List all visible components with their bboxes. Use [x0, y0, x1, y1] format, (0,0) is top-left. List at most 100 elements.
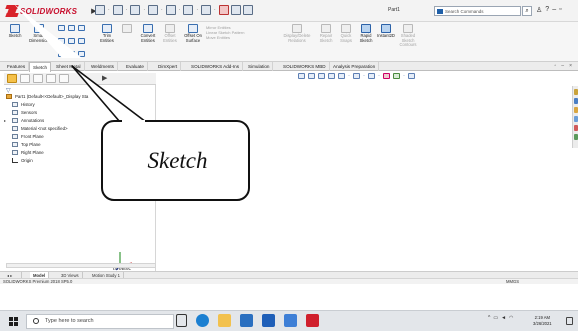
trim-icon — [102, 24, 112, 33]
user-icon[interactable]: ♙ — [536, 6, 542, 14]
help-icon[interactable]: ? — [545, 6, 549, 14]
home-icon[interactable] — [95, 5, 105, 15]
notifications-icon[interactable] — [566, 317, 573, 325]
taskbar-search-input[interactable]: Type here to search — [26, 314, 174, 329]
file-properties-icon[interactable] — [230, 5, 241, 15]
new-document-icon[interactable] — [112, 5, 123, 15]
title-bar: SOLIDWORKS ▶ · · · · · · · Part1 Search … — [0, 0, 578, 22]
instant2d-button[interactable]: Instant2D — [376, 24, 396, 39]
search-flag-icon — [437, 9, 443, 14]
plane-icon — [12, 142, 18, 147]
tab-dimxpert[interactable]: DimXpert — [155, 62, 182, 71]
view-settings-icon[interactable] — [408, 73, 415, 79]
rapid-sketch-icon — [361, 24, 371, 33]
options-gear-icon[interactable] — [242, 5, 253, 15]
custom-properties-icon[interactable] — [574, 134, 578, 140]
save-icon[interactable] — [148, 5, 159, 15]
zoom-area-icon[interactable] — [308, 73, 315, 79]
hide-show-items-icon[interactable] — [368, 73, 375, 79]
blank-entities-button[interactable] — [118, 24, 136, 34]
callout-pointer — [14, 4, 82, 58]
file-explorer-icon[interactable] — [218, 314, 231, 327]
select-icon[interactable] — [201, 5, 212, 15]
print-icon[interactable] — [165, 5, 176, 15]
solidworks-resources-icon[interactable] — [574, 89, 578, 95]
repair-sketch-button[interactable]: Repair Sketch — [316, 24, 336, 43]
expand-arrow-icon[interactable]: ▸ — [4, 117, 6, 125]
convert-entities-button[interactable]: Convert Entities — [137, 24, 159, 43]
shaded-sketch-contours-button[interactable]: Shaded Sketch Contours — [397, 24, 419, 48]
restore-icon[interactable]: ▫ — [559, 6, 561, 14]
design-library-icon[interactable] — [574, 98, 578, 104]
display-style-icon[interactable] — [353, 73, 360, 79]
appearances-icon[interactable] — [574, 125, 578, 131]
line-icon[interactable] — [58, 25, 65, 31]
repair-sketch-icon — [321, 24, 331, 33]
horizontal-scrollbar[interactable] — [6, 263, 156, 268]
wifi-icon[interactable]: ◠ — [509, 315, 513, 321]
mail-icon[interactable] — [262, 314, 275, 327]
zoom-to-fit-icon[interactable] — [298, 73, 305, 79]
convert-entities-icon — [143, 24, 153, 33]
search-commands-input[interactable]: Search Commands — [434, 6, 521, 16]
system-tray: ^ ▭ ◄ ◠ — [488, 315, 513, 321]
taskbar-clock[interactable]: 2:19 AM 3/26/2021 — [533, 315, 552, 326]
sketch-button[interactable]: Sketch — [6, 24, 24, 39]
search-icon[interactable]: ⌕ — [522, 6, 532, 16]
edge-browser-icon[interactable] — [196, 314, 209, 327]
minimize-icon[interactable]: – — [552, 6, 556, 14]
minimize-pane-icon[interactable]: – — [561, 63, 564, 69]
tab-solidworks-add-ins[interactable]: SOLIDWORKS Add-Ins — [188, 62, 243, 71]
clock-date: 3/26/2021 — [533, 320, 552, 326]
move-entities-item[interactable]: Move Entities — [206, 35, 276, 40]
view-palette-icon[interactable] — [574, 116, 578, 122]
tab-solidworks-mbd[interactable]: SOLIDWORKS MBD — [280, 62, 330, 71]
undo-icon[interactable] — [183, 5, 194, 15]
rapid-sketch-button[interactable]: Rapid Sketch — [357, 24, 375, 43]
solidworks-taskbar-icon[interactable] — [306, 314, 319, 327]
spline-icon[interactable] — [78, 25, 85, 31]
polygon-icon[interactable] — [78, 38, 85, 44]
dimxpert-manager-tab-icon[interactable] — [46, 74, 56, 83]
taskbar-apps — [176, 314, 319, 327]
task-view-icon[interactable] — [176, 314, 187, 327]
apply-scene-icon[interactable] — [393, 73, 400, 79]
open-icon[interactable] — [130, 5, 141, 15]
tab-evaluate[interactable]: Evaluate — [123, 62, 148, 71]
edit-appearance-icon[interactable] — [383, 73, 390, 79]
restore-pane-icon[interactable]: ▫ — [555, 63, 557, 69]
tab-features[interactable]: Features — [4, 62, 30, 71]
store-icon[interactable] — [240, 314, 253, 327]
offset-entities-button[interactable]: Offset Entities — [160, 24, 180, 43]
task-pane-tabs — [572, 86, 578, 148]
windows-start-icon[interactable] — [9, 317, 18, 326]
previous-view-icon[interactable] — [318, 73, 325, 79]
rebuild-icon[interactable] — [218, 5, 229, 15]
featuremanager-tab-icon[interactable] — [7, 74, 17, 83]
section-view-icon[interactable] — [328, 73, 335, 79]
solidworks-logo[interactable]: SOLIDWORKS ▶ — [5, 4, 97, 18]
model-tabs: ◂ ▸ Model 3D Views Motion Study 1 — [0, 271, 578, 279]
photos-icon[interactable] — [284, 314, 297, 327]
search-icon — [33, 318, 39, 324]
volume-icon[interactable]: ◄ — [501, 315, 506, 321]
tab-sketch[interactable]: Sketch — [29, 62, 52, 72]
show-hidden-icons-icon[interactable]: ^ — [488, 315, 490, 321]
file-explorer-icon[interactable] — [574, 107, 578, 113]
trim-entities-button[interactable]: Trim Entities — [97, 24, 117, 43]
ds-logo-icon — [5, 5, 19, 17]
circle-icon[interactable] — [68, 25, 75, 31]
close-pane-icon[interactable]: × — [569, 63, 572, 69]
display-delete-relations-button[interactable]: Display/Delete Relations — [280, 24, 314, 43]
arc-icon[interactable] — [68, 38, 75, 44]
tab-analysis-preparation[interactable]: Analysis Preparation — [330, 62, 380, 71]
configurationmanager-tab-icon[interactable] — [33, 74, 43, 83]
tab-simulation[interactable]: Simulation — [245, 62, 274, 71]
offset-on-surface-button[interactable]: Offset On Surface — [182, 24, 204, 43]
separator-dot: · — [363, 73, 365, 79]
search-placeholder: Search Commands — [445, 8, 484, 14]
propertymanager-tab-icon[interactable] — [20, 74, 30, 83]
quick-snaps-button[interactable]: Quick Snaps — [337, 24, 355, 43]
network-icon[interactable]: ▭ — [493, 315, 498, 321]
view-orientation-icon[interactable] — [338, 73, 345, 79]
